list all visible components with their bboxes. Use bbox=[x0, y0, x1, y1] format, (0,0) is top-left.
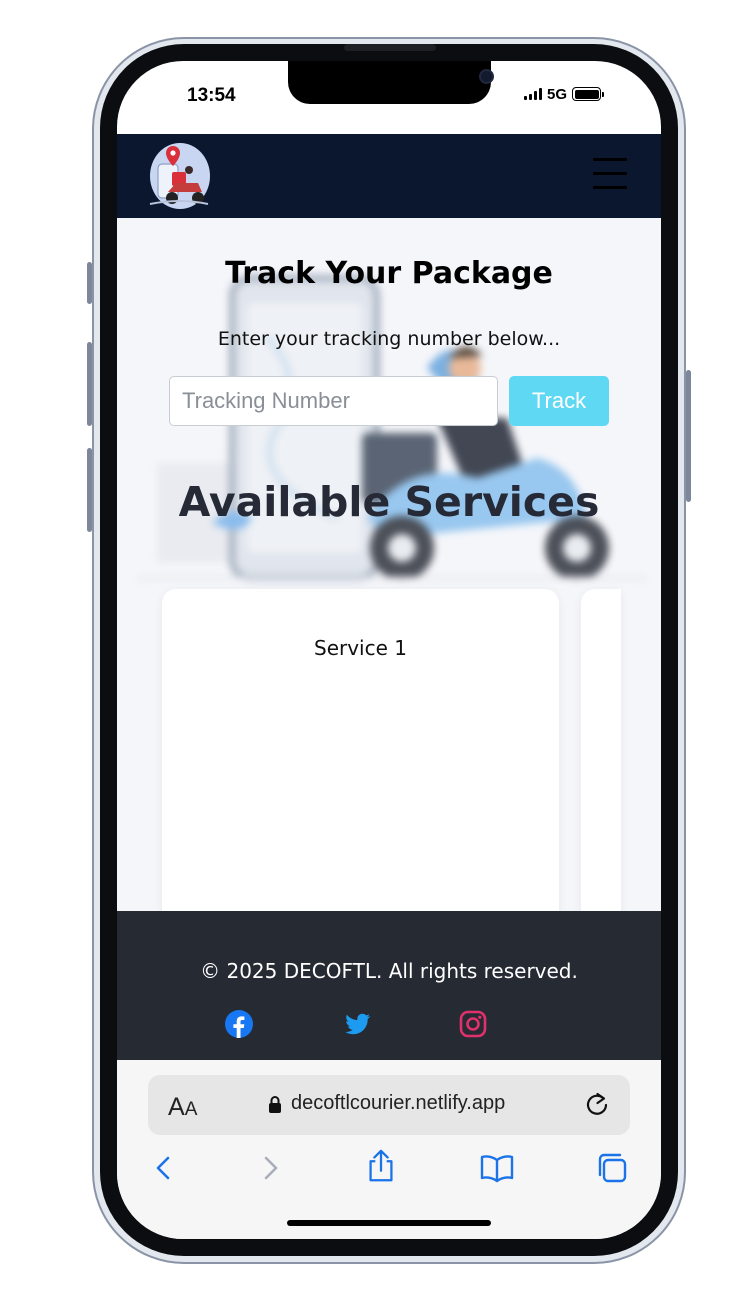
url-text: decoftlcourier.netlify.app bbox=[291, 1092, 506, 1114]
network-label: 5G bbox=[547, 85, 568, 103]
reload-icon[interactable] bbox=[583, 1090, 611, 1118]
volume-up-button bbox=[87, 342, 92, 426]
service-card-partial[interactable] bbox=[581, 589, 621, 911]
track-button[interactable]: Track bbox=[509, 376, 609, 426]
facebook-icon[interactable] bbox=[224, 1009, 254, 1039]
courier-scooter-logo-icon[interactable] bbox=[142, 140, 212, 210]
signal-icon bbox=[524, 88, 542, 100]
back-icon[interactable] bbox=[147, 1150, 181, 1186]
twitter-icon[interactable] bbox=[342, 1009, 372, 1039]
hamburger-menu-icon[interactable] bbox=[593, 158, 627, 192]
forward-icon[interactable] bbox=[253, 1150, 287, 1186]
status-indicators: 5G bbox=[524, 85, 605, 103]
service-card-label: Service 1 bbox=[314, 636, 407, 660]
hero-section: Track Your Package Enter your tracking n… bbox=[117, 218, 661, 911]
text-size-button[interactable]: AA bbox=[168, 1093, 197, 1122]
tracking-instructions: Enter your tracking number below... bbox=[217, 328, 561, 350]
battery-icon bbox=[572, 87, 605, 101]
share-icon[interactable] bbox=[364, 1148, 398, 1184]
address-bar[interactable]: AA decoftlcourier.netlify.app bbox=[148, 1075, 630, 1135]
lock-icon bbox=[269, 1096, 281, 1113]
power-button bbox=[686, 370, 691, 502]
browser-toolbar: AA decoftlcourier.netlify.app bbox=[117, 1060, 661, 1239]
home-indicator[interactable] bbox=[287, 1220, 491, 1226]
instagram-icon[interactable] bbox=[458, 1009, 488, 1039]
mute-switch bbox=[87, 262, 92, 304]
volume-down-button bbox=[87, 448, 92, 532]
status-time: 13:54 bbox=[187, 85, 236, 106]
front-camera bbox=[479, 69, 494, 84]
tabs-icon[interactable] bbox=[595, 1150, 629, 1186]
service-card[interactable]: Service 1 bbox=[162, 589, 559, 911]
bookmarks-icon[interactable] bbox=[480, 1150, 514, 1186]
site-footer: © 2025 DECOFTL. All rights reserved. bbox=[117, 911, 661, 1060]
earpiece-speaker bbox=[344, 44, 436, 51]
site-header bbox=[117, 134, 661, 218]
notch bbox=[288, 61, 494, 104]
tracking-number-input[interactable] bbox=[169, 376, 498, 426]
copyright-text: © 2025 DECOFTL. All rights reserved. bbox=[200, 959, 578, 983]
phone-screen: 13:54 5G Track Your Package Enter your t… bbox=[117, 61, 661, 1239]
services-heading: Available Services bbox=[178, 478, 600, 526]
page-title: Track Your Package bbox=[225, 256, 553, 291]
